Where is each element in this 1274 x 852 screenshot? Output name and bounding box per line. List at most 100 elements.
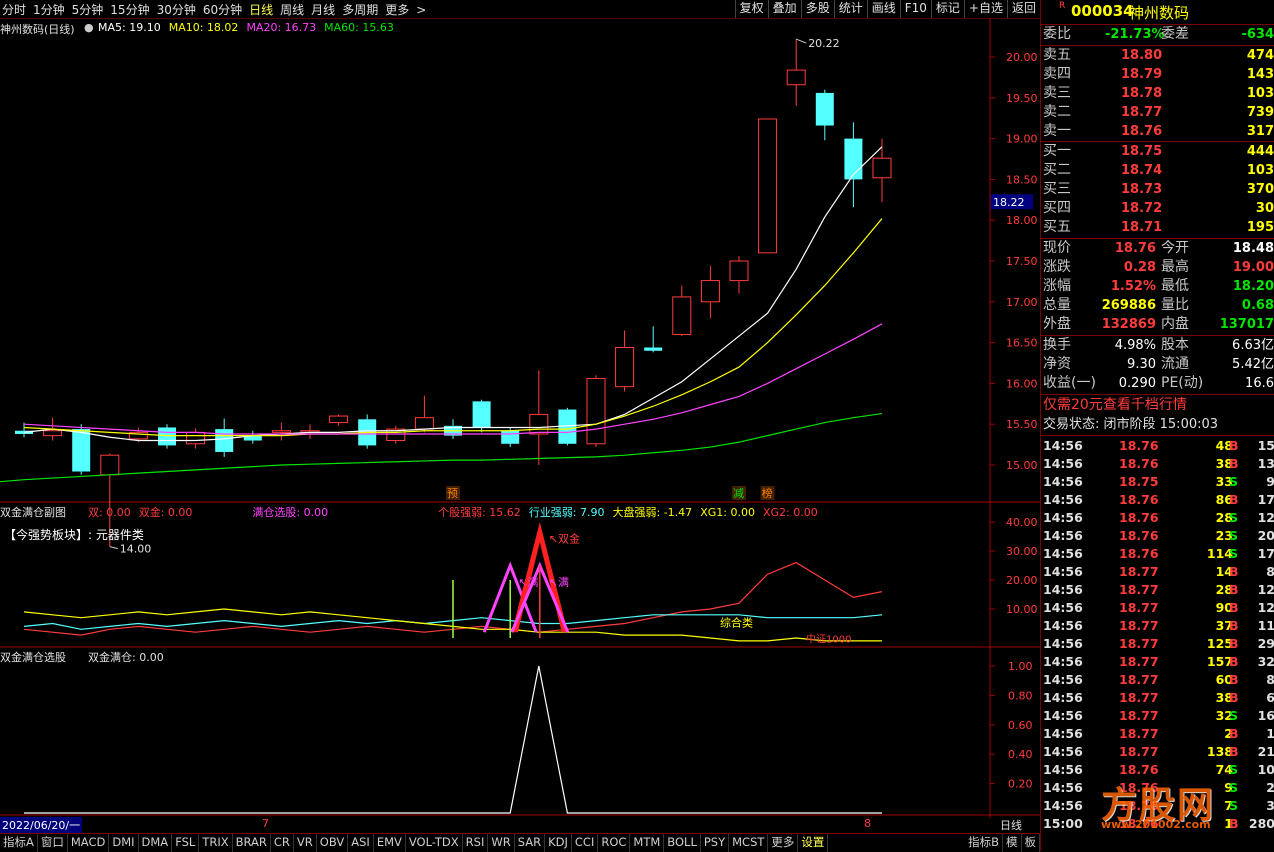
period-tab-6[interactable]: 日线 (249, 1, 273, 18)
toolbar-button-6[interactable]: 标记 (930, 0, 964, 18)
chart-svg[interactable]: 20.00 19.50 19.00 18.50 18.00 17.50 17.00 16.50… (0, 18, 1040, 833)
indicator-tab-9[interactable]: VR (294, 834, 317, 852)
tick-count: 10 (1257, 762, 1274, 777)
tick-time: 14:56 (1043, 438, 1083, 453)
ask-price-4[interactable]: 18.76 (1121, 122, 1162, 141)
tick-time: 14:56 (1043, 798, 1083, 813)
ask-price-1[interactable]: 18.79 (1121, 65, 1162, 84)
bid-price-3[interactable]: 18.72 (1121, 199, 1162, 218)
watermark-url: www.201002.com (1101, 818, 1211, 831)
tick-side: B (1229, 492, 1239, 507)
period-tab-2[interactable]: 5分钟 (72, 1, 104, 18)
indicator-tab-14[interactable]: RSI (463, 834, 489, 852)
bid-volume-2: 370 (1246, 182, 1274, 197)
period-tab-5[interactable]: 60分钟 (203, 1, 242, 18)
indicator-tab-20[interactable]: MTM (630, 834, 665, 852)
more-chevron-icon[interactable]: > (416, 3, 426, 17)
period-tab-0[interactable]: 分时 (2, 1, 26, 18)
indicator-tab-7[interactable]: BRAR (233, 834, 271, 852)
indicator-tab-17[interactable]: KDJ (545, 834, 572, 852)
indicator-tab-6[interactable]: TRIX (199, 834, 233, 852)
ask-label-0: 卖五 (1043, 47, 1071, 63)
tick-price: 18.77 (1119, 708, 1159, 723)
tick-row: 14:56 18.77 32 S 16 (1043, 707, 1274, 725)
candle-body (758, 118, 778, 254)
indicator-tab-23[interactable]: MCST (729, 834, 769, 852)
indicator-tab-25[interactable]: 设置 (798, 834, 829, 852)
indicator-tab-22[interactable]: PSY (701, 834, 730, 852)
stat-value-0a: 18.76 (1114, 241, 1156, 256)
period-tab-3[interactable]: 15分钟 (110, 1, 149, 18)
indicator-tab-0[interactable]: 指标A (0, 834, 38, 852)
tick-price: 18.76 (1119, 492, 1159, 507)
period-tab-1[interactable]: 1分钟 (33, 1, 65, 18)
event-marker-0[interactable]: 预 (447, 487, 458, 500)
date-month-7: 7 (262, 817, 269, 830)
tick-count: 12 (1257, 510, 1274, 525)
tick-row: 14:56 18.77 125 B 29 (1043, 635, 1274, 653)
indicator-tab-12[interactable]: EMV (374, 834, 406, 852)
period-tab-9[interactable]: 多周期 (342, 1, 378, 18)
indicator-tab-19[interactable]: ROC (598, 834, 631, 852)
indicator-tab-1[interactable]: 窗口 (38, 834, 68, 852)
indicator-tab-3[interactable]: DMI (109, 834, 139, 852)
sub1-annotation-3: 综合类 (720, 615, 753, 629)
tick-row: 14:56 18.76 48 B 15 (1043, 437, 1274, 455)
toolbar-button-0[interactable]: 复权 (734, 0, 768, 18)
indicator-tabs: 指标A 窗口 MACD DMI DMA FSL TRIX BRAR CR VR OBV ASI EMV V… (0, 833, 1040, 852)
sub2-value-label: 双金满仓: 0.00 (88, 651, 164, 664)
toolbar-button-1[interactable]: 叠加 (767, 0, 801, 18)
tick-row: 14:56 18.77 60 B 8 (1043, 671, 1274, 689)
toolbar-button-8[interactable]: 返回 (1006, 0, 1040, 18)
indicator-tab-15[interactable]: WR (488, 834, 515, 852)
event-marker-1[interactable]: 减 (733, 487, 744, 500)
indicator-tab-11[interactable]: ASI (348, 834, 374, 852)
indicator-tab-16[interactable]: SAR (515, 834, 546, 852)
ask-price-2[interactable]: 18.78 (1121, 84, 1162, 103)
chart-area[interactable]: 20.00 19.50 19.00 18.50 18.00 17.50 17.00 16.50… (0, 18, 1040, 833)
indicator-tab-21[interactable]: BOLL (664, 834, 701, 852)
indicator-tab-13[interactable]: VOL-TDX (406, 834, 463, 852)
tick-price: 18.76 (1119, 510, 1159, 525)
stat-value-4b: 137017 (1219, 317, 1274, 332)
event-marker-2[interactable]: 榜 (762, 486, 773, 500)
promo-link[interactable]: 仅需20元查看千档行情 (1043, 396, 1187, 415)
bottom-right-tab-1[interactable]: 模 (1003, 834, 1022, 852)
ask-price-3[interactable]: 18.77 (1121, 103, 1162, 122)
bid-price-2[interactable]: 18.73 (1121, 180, 1162, 199)
tick-side: S (1229, 780, 1239, 795)
bid-label-3: 买四 (1043, 200, 1071, 216)
toolbar-button-5[interactable]: F10 (899, 0, 931, 18)
tick-time: 14:56 (1043, 762, 1083, 777)
ask-volume-1: 143 (1246, 67, 1274, 82)
indicator-tab-10[interactable]: OBV (317, 834, 349, 852)
period-tab-7[interactable]: 周线 (280, 1, 304, 18)
weicha-value: -634 (1241, 27, 1274, 42)
toolbar-button-3[interactable]: 统计 (833, 0, 867, 18)
bid-price-0[interactable]: 18.75 (1121, 142, 1162, 161)
bid-price-1[interactable]: 18.74 (1121, 161, 1162, 180)
indicator-tab-5[interactable]: FSL (172, 834, 200, 852)
tick-row: 14:56 18.77 37 B 11 (1043, 617, 1274, 635)
tick-row: 14:56 18.77 138 B 21 (1043, 743, 1274, 761)
tick-count: 12 (1257, 582, 1274, 597)
ask-price-0[interactable]: 18.80 (1121, 46, 1162, 65)
indicator-tab-8[interactable]: CR (271, 834, 294, 852)
date-month-8: 8 (864, 817, 871, 830)
toolbar-button-2[interactable]: 多股 (800, 0, 834, 18)
toolbar-button-7[interactable]: +自选 (963, 0, 1007, 18)
toolbar-button-4[interactable]: 画线 (866, 0, 900, 18)
period-tab-4[interactable]: 30分钟 (157, 1, 196, 18)
indicator-tab-4[interactable]: DMA (139, 834, 173, 852)
tick-side: B (1229, 672, 1239, 687)
period-tab-10[interactable]: 更多 (385, 1, 409, 18)
period-tab-8[interactable]: 月线 (311, 1, 335, 18)
stock-code: 000034 (1071, 2, 1134, 20)
bid-price-4[interactable]: 18.71 (1121, 218, 1162, 237)
indicator-tab-18[interactable]: CCI (572, 834, 599, 852)
chart-settings-icon[interactable]: ● (84, 21, 94, 34)
indicator-tab-2[interactable]: MACD (68, 834, 110, 852)
indicator-tab-24[interactable]: 更多 (768, 834, 799, 852)
bottom-right-tab-2[interactable]: 板 (1022, 834, 1040, 852)
bottom-right-tab-0[interactable]: 指标B (965, 834, 1003, 852)
